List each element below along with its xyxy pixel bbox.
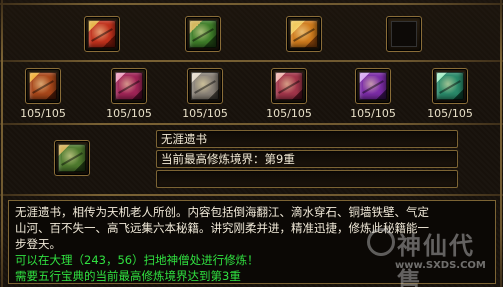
skill-book-slot-5[interactable]: [355, 68, 391, 104]
left-border: [1, 0, 3, 287]
top-slot-2[interactable]: [185, 16, 221, 52]
teal-book-icon: [436, 72, 464, 100]
silver-book-icon: [191, 72, 219, 100]
right-border: [500, 0, 502, 287]
skill-book-count-4: 105/105: [266, 107, 312, 120]
skill-book-count-6: 105/105: [427, 107, 473, 120]
skill-book-count-5: 105/105: [350, 107, 396, 120]
top-slot-3[interactable]: [286, 16, 322, 52]
watermark-url: www.SXDS.COM: [395, 260, 486, 271]
top-slot-4[interactable]: [386, 16, 422, 52]
watermark-title: 神仙代售: [397, 231, 475, 287]
watermark: 神仙代售 www.SXDS.COM: [367, 222, 495, 287]
top-slot-1[interactable]: [84, 16, 120, 52]
skill-book-panel: 105/105 105/105 105/105 105/105 105/105 …: [0, 0, 503, 287]
wuya-book-icon: [58, 144, 86, 172]
empty-slot-icon: [391, 21, 417, 47]
orange-gold-book-icon: [290, 20, 318, 48]
bottom-divider: [0, 194, 503, 196]
skill-book-slot-1[interactable]: [25, 68, 61, 104]
lower-divider: [0, 123, 503, 125]
green-gold-book-icon: [189, 20, 217, 48]
cultivation-realm-field: 当前最高修炼境界：第9重: [156, 150, 458, 168]
rose-book-icon: [275, 72, 303, 100]
skill-book-slot-3[interactable]: [187, 68, 223, 104]
book-name-field: 无涯遗书: [156, 130, 458, 148]
watermark-emblem-icon: [367, 228, 395, 256]
middle-divider: [0, 60, 503, 62]
purple-book-icon: [359, 72, 387, 100]
empty-info-field: [156, 170, 458, 188]
skill-book-count-2: 105/105: [106, 107, 152, 120]
top-divider: [0, 3, 503, 5]
description-line-1: 无涯遗书，相传为天机老人所创。内容包括倒海翻江、滴水穿石、铜墙铁壁、气定: [15, 205, 429, 219]
magenta-book-icon: [115, 72, 143, 100]
skill-book-count-3: 105/105: [182, 107, 228, 120]
fire-book-icon: [29, 72, 57, 100]
skill-book-slot-2[interactable]: [111, 68, 147, 104]
skill-book-count-1: 105/105: [20, 107, 66, 120]
selected-book-slot[interactable]: [54, 140, 90, 176]
skill-book-slot-6[interactable]: [432, 68, 468, 104]
skill-book-slot-4[interactable]: [271, 68, 307, 104]
red-gold-book-icon: [88, 20, 116, 48]
